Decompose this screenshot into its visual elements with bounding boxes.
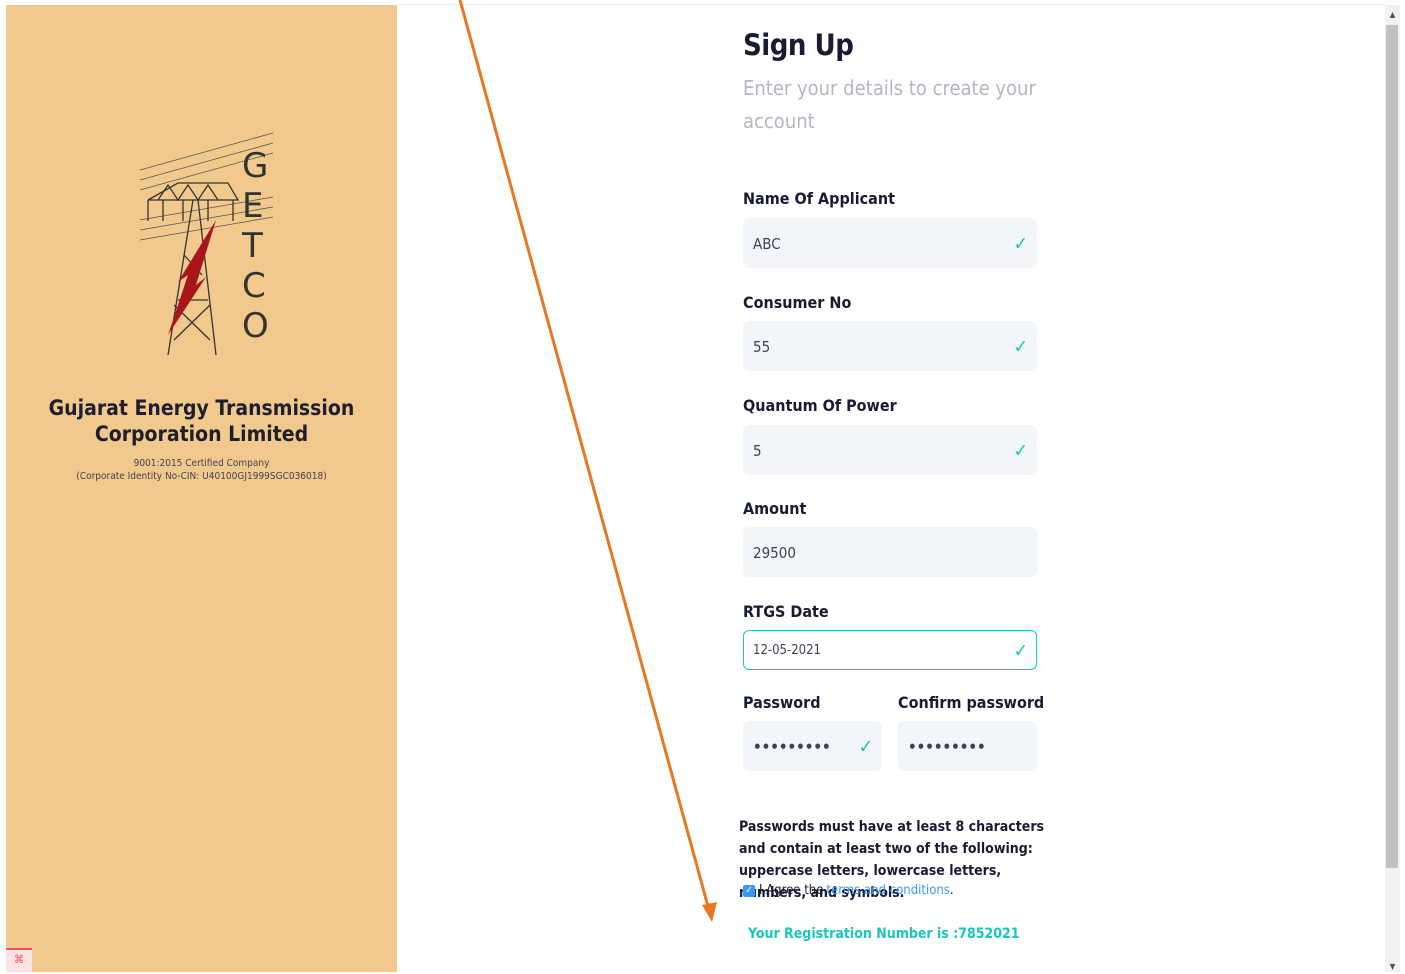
scroll-up-icon[interactable]: ▲ — [1385, 8, 1400, 22]
agree-suffix: . — [949, 883, 954, 898]
confirm-password-field[interactable]: ••••••••• — [898, 721, 1037, 771]
logo-letter-e: E — [242, 186, 263, 226]
getco-logo: G E T C O — [139, 132, 274, 356]
cin-text: (Corporate Identity No-CIN: U40100GJ1999… — [76, 471, 327, 482]
consumer-value: 55 — [753, 338, 771, 356]
logo-letter-t: T — [241, 226, 263, 266]
password-label: Password — [743, 693, 821, 712]
corner-icon[interactable]: ⌘ — [6, 948, 32, 972]
name-label: Name Of Applicant — [743, 189, 896, 208]
password-value: ••••••••• — [753, 738, 831, 756]
rtgs-label: RTGS Date — [743, 602, 829, 621]
logo-letter-c: C — [242, 266, 266, 306]
logo-letter-g: G — [242, 146, 268, 186]
scrollbar-thumb[interactable] — [1386, 25, 1398, 868]
registration-number: Your Registration Number is :7852021 — [748, 926, 1020, 942]
check-icon: ✓ — [1013, 640, 1028, 662]
password-field[interactable]: ••••••••• ✓ — [743, 721, 882, 771]
quantum-value: 5 — [753, 442, 762, 460]
logo-letter-o: O — [242, 306, 269, 346]
company-details: 9001:2015 Certified Company (Corporate I… — [6, 457, 397, 483]
check-icon: ✓ — [1013, 440, 1028, 462]
consumer-label: Consumer No — [743, 293, 852, 312]
amount-value: 29500 — [753, 544, 796, 562]
page-title: Sign Up — [743, 28, 854, 62]
branding-panel: G E T C O Gujarat Energy Transmission Co… — [6, 5, 397, 972]
rtgs-value: 12-05-2021 — [753, 643, 821, 658]
terms-agreement: ✓ I Agree the terms and conditions . — [743, 883, 954, 898]
quantum-field[interactable]: 5 ✓ — [743, 425, 1037, 475]
page-subtitle: Enter your details to create your accoun… — [743, 76, 1036, 133]
check-icon: ✓ — [1013, 336, 1028, 358]
consumer-field[interactable]: 55 ✓ — [743, 321, 1037, 371]
amount-label: Amount — [743, 499, 807, 518]
agree-text: I Agree the — [759, 883, 824, 898]
confirm-password-label: Confirm password — [898, 693, 1045, 712]
quantum-label: Quantum Of Power — [743, 396, 897, 415]
company-name: Gujarat Energy Transmission Corporation … — [48, 396, 355, 446]
terms-link[interactable]: terms and conditions — [826, 883, 949, 898]
top-divider — [397, 4, 1385, 5]
name-field[interactable]: ABC ✓ — [743, 218, 1037, 268]
name-value: ABC — [753, 235, 781, 253]
agree-checkbox[interactable]: ✓ — [743, 884, 755, 897]
check-icon: ✓ — [1013, 233, 1028, 255]
certification-text: 9001:2015 Certified Company — [133, 458, 270, 469]
check-icon: ✓ — [858, 736, 873, 758]
amount-field[interactable]: 29500 — [743, 527, 1037, 577]
rtgs-date-field[interactable]: 12-05-2021 ✓ — [743, 630, 1037, 670]
confirm-password-value: ••••••••• — [908, 738, 986, 756]
